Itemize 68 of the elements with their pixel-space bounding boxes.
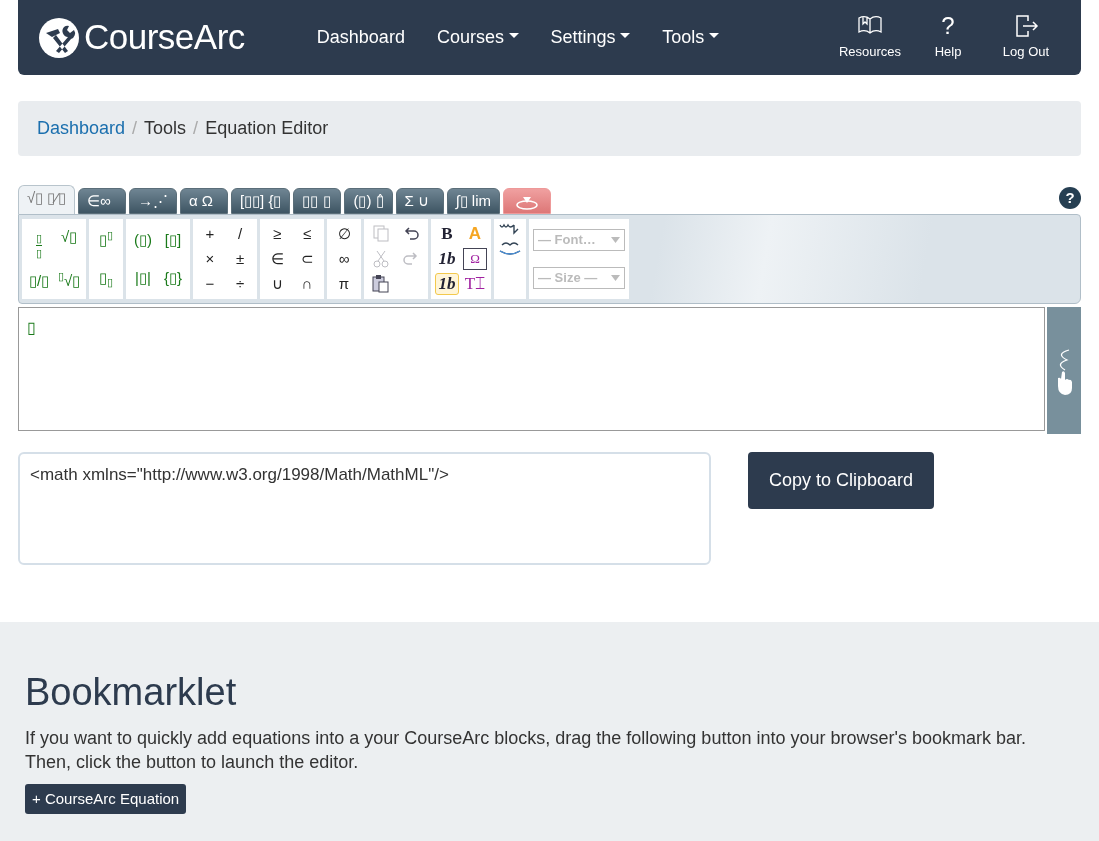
symbol-button[interactable]: / — [227, 223, 253, 244]
nav-action[interactable]: ? Help — [913, 13, 983, 62]
logout-icon — [1013, 13, 1039, 39]
symbol-button[interactable]: ▯$^{▯}$ — [93, 230, 119, 250]
palette-tab[interactable]: √▯ ▯⁄▯ — [18, 185, 75, 214]
palette-tab[interactable]: α Ω — [179, 188, 228, 214]
section-title: Bookmarklet — [25, 670, 238, 715]
symbol-button[interactable]: − — [197, 274, 223, 295]
caret-icon — [611, 275, 620, 281]
symbol-button[interactable]: ∞ — [331, 249, 357, 269]
symbol-button[interactable]: × — [197, 249, 223, 269]
copy-button[interactable]: Copy to Clipboard — [748, 452, 935, 509]
symbol-button[interactable]: ▯/▯ — [26, 270, 52, 291]
palette-tab[interactable]: ∫▯ lim — [446, 188, 501, 214]
caret-icon — [611, 237, 620, 243]
symbol-button[interactable]: + — [197, 223, 223, 244]
symbol-button[interactable]: ± — [227, 249, 253, 269]
nav-action[interactable]: Resources — [835, 13, 905, 62]
symbol-button[interactable]: ≤ — [294, 223, 320, 244]
palette-tab[interactable]: ∈∞ — [77, 188, 126, 214]
handwriting-button[interactable] — [1047, 307, 1081, 434]
symbol-button[interactable]: ∩ — [294, 274, 320, 295]
breadcrumb-separator: / — [132, 117, 138, 140]
nav-link[interactable]: Courses — [436, 24, 519, 51]
equation-editor-field[interactable]: ▯ — [18, 307, 1045, 431]
breadcrumb-item: Tools — [144, 117, 187, 140]
nav-link[interactable]: Settings — [550, 24, 631, 51]
bookmarklet-button[interactable]: + CourseArc Equation — [25, 783, 187, 815]
symbol-button[interactable]: [▯] — [160, 230, 186, 250]
palette-tab[interactable]: (▯) ▯̂ — [344, 188, 393, 214]
handwriting-tab[interactable] — [503, 188, 552, 214]
palette-tab[interactable]: →⋰ — [128, 188, 177, 214]
logo-icon[interactable] — [38, 16, 80, 59]
format-button[interactable]: T⌶ — [463, 273, 487, 296]
instructions-text: If you want to quickly add equations into a your CourseArc blocks, drag the following button into your browser's bookmark bar. Then, click the button to launch the editor. — [25, 726, 1027, 774]
symbol-button[interactable]: |▯| — [130, 268, 156, 288]
symbol-button[interactable]: ÷ — [227, 274, 253, 295]
symbol-button[interactable]: ▯ ▯ — [26, 227, 52, 259]
symbol-button[interactable]: {▯} — [160, 268, 186, 288]
help-icon[interactable]: ? — [1059, 187, 1081, 209]
breadcrumb-separator: / — [193, 117, 199, 140]
symbol-button[interactable]: $^{▯}$√▯ — [56, 270, 82, 291]
palette-tab[interactable]: ▯▯ ▯ — [293, 188, 342, 214]
breadcrumb-item: Equation Editor — [205, 117, 329, 140]
symbol-button[interactable]: π — [331, 274, 357, 295]
symbol-button[interactable]: ▯$_{▯}$ — [93, 268, 119, 288]
question-icon: ? — [941, 13, 955, 39]
nav-link[interactable]: Tools — [662, 24, 719, 51]
nav-action[interactable]: Log Out — [991, 13, 1061, 62]
clipboard-icon[interactable] — [371, 274, 391, 295]
palette-tab[interactable]: [▯▯] {▯ — [230, 188, 291, 214]
symbol-button[interactable]: ⊂ — [294, 249, 320, 269]
breadcrumb-link[interactable]: Dashboard — [37, 115, 126, 142]
symbol-button[interactable]: ≥ — [264, 223, 290, 244]
brand-logo[interactable]: CourseArc — [84, 11, 245, 64]
format-button[interactable]: B — [435, 222, 459, 245]
format-button[interactable]: 1b — [435, 248, 459, 270]
mathml-output-field[interactable]: <math xmlns="http://www.w3.org/1998/Math/MathML"/> — [18, 452, 711, 565]
symbol-button[interactable]: (▯) — [130, 230, 156, 250]
palette-tab[interactable]: Σ ∪ — [395, 188, 444, 214]
symbol-button[interactable]: √▯ — [56, 227, 82, 259]
format-button[interactable]: Ω — [463, 248, 487, 270]
text-direction-icon[interactable] — [498, 239, 522, 257]
nav-link[interactable]: Dashboard — [316, 24, 405, 51]
symbol-button[interactable]: ∪ — [264, 274, 290, 295]
symbol-button[interactable]: ∈ — [264, 249, 290, 269]
format-button[interactable]: 1b — [435, 273, 459, 296]
symbol-button[interactable]: ∅ — [331, 223, 357, 244]
